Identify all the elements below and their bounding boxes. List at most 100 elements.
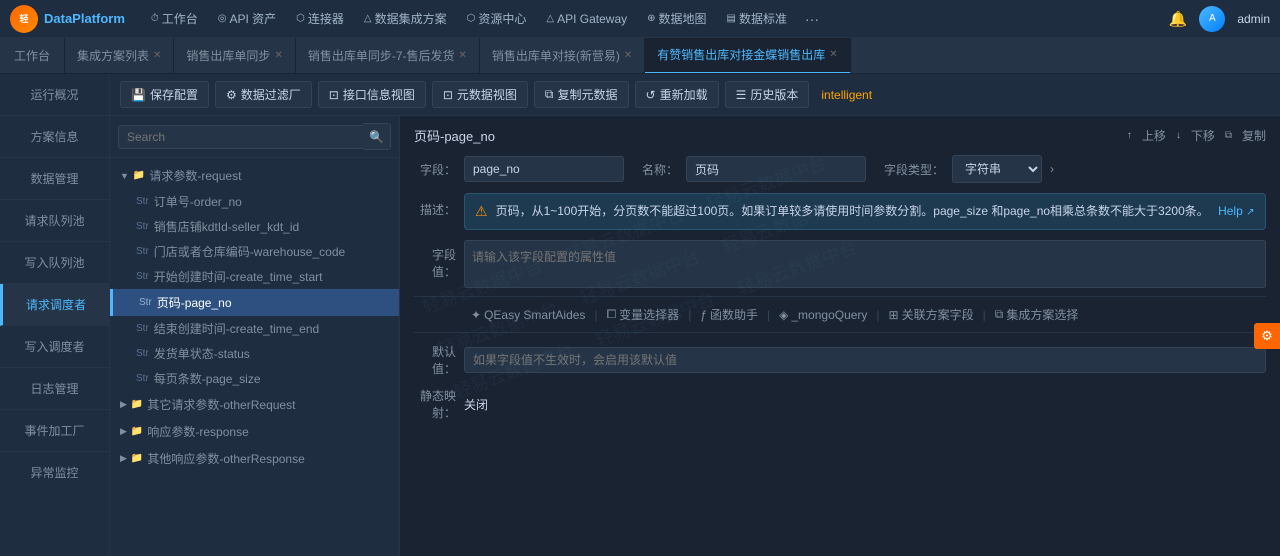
nav-data-integration[interactable]: △数据集成方案 <box>354 0 457 38</box>
reload-button[interactable]: ↺ 重新加载 <box>635 81 719 108</box>
nav-api[interactable]: ◎API 资产 <box>208 0 286 38</box>
desc-row: 描述： ⚠ 页码，从1~100开始，分页数不能超过100页。如果订单较多请使用时… <box>414 193 1266 230</box>
item-type-end: Str <box>136 323 149 334</box>
sidebar-item-exception-monitor[interactable]: 异常监控 <box>0 452 109 493</box>
copy-meta-button[interactable]: ⧉ 复制元数据 <box>534 81 629 108</box>
tree-item-create-time-end[interactable]: Str 结束创建时间-create_time_end <box>110 316 399 341</box>
sidebar-item-log-mgmt[interactable]: 日志管理 <box>0 368 109 410</box>
settings-button[interactable]: ⚙ <box>1254 323 1280 349</box>
tree-item-page-size[interactable]: Str 每页条数-page_size <box>110 366 399 391</box>
qeasy-button[interactable]: ✦ QEasy SmartAides <box>466 305 590 325</box>
search-input[interactable] <box>118 125 363 149</box>
action-down[interactable]: 下移 <box>1191 127 1215 144</box>
data-filter-button[interactable]: ⚙ 数据过滤厂 <box>215 81 312 108</box>
nav-data-map[interactable]: ⊕数据地图 <box>637 0 716 38</box>
sidebar-item-overview[interactable]: 运行概况 <box>0 74 109 116</box>
nav-more[interactable]: ··· <box>797 0 827 38</box>
interface-view-button[interactable]: ⊡ 接口信息视图 <box>318 81 426 108</box>
func-helper-button[interactable]: ƒ 函数助手 <box>695 303 763 326</box>
tab-close-sales-sync-7[interactable]: ✕ <box>459 50 467 61</box>
sidebar-item-request-queue[interactable]: 请求队列池 <box>0 200 109 242</box>
integration-button[interactable]: ⧉ 集成方案选择 <box>990 303 1084 326</box>
desc-label: 描述： <box>414 201 456 218</box>
tree-item-order-no[interactable]: Str 订单号-order_no <box>110 189 399 214</box>
tree-folder-other-request[interactable]: ▶ 📁 其它请求参数-otherRequest <box>110 391 399 418</box>
tab-sales-sync-7[interactable]: 销售出库单同步-7-售后发货 ✕ <box>296 38 480 74</box>
tab-workbench[interactable]: 工作台 <box>0 38 65 74</box>
tree-folder-other-response[interactable]: ▶ 📁 其他响应参数-otherResponse <box>110 445 399 472</box>
mongo-query-button[interactable]: ◈ _mongoQuery <box>774 305 872 325</box>
save-icon: 💾 <box>131 88 146 102</box>
value-label: 字段值： <box>414 246 456 280</box>
var-selector-button[interactable]: ⧠ 变量选择器 <box>602 303 685 326</box>
save-config-button[interactable]: 💾 保存配置 <box>120 81 209 108</box>
var-icon: ⧠ <box>607 307 617 322</box>
expand-icon: › <box>1050 162 1054 176</box>
tree-folder-response[interactable]: ▶ 📁 响应参数-response <box>110 418 399 445</box>
tree-item-seller-kdt[interactable]: Str 销售店铺kdtId-seller_kdt_id <box>110 214 399 239</box>
arrow-right-response-icon: ▶ <box>120 426 127 437</box>
tree-item-create-time-start[interactable]: Str 开始创建时间-create_time_start <box>110 264 399 289</box>
action-copy[interactable]: 复制 <box>1242 127 1266 144</box>
sidebar-item-write-scheduler[interactable]: 写入调度者 <box>0 326 109 368</box>
tab-close-sales-match[interactable]: ✕ <box>624 50 632 61</box>
sidebar-item-solution-info[interactable]: 方案信息 <box>0 116 109 158</box>
field-label: 字段： <box>414 161 456 178</box>
search-button[interactable]: 🔍 <box>363 123 391 150</box>
separator-2: | <box>688 308 691 322</box>
reload-icon: ↺ <box>646 88 656 102</box>
meta-icon: ⊡ <box>443 88 453 102</box>
field-value-row: 字段值： <box>414 240 1266 288</box>
tree-item-page-no[interactable]: Str 页码-page_no <box>110 289 399 316</box>
folder-other-icon: 📁 <box>131 399 143 410</box>
tree-item-status[interactable]: Str 发货单状态-status <box>110 341 399 366</box>
nav-connector[interactable]: ⬡连接器 <box>286 0 354 38</box>
related-field-button[interactable]: ⊞ 关联方案字段 <box>884 303 979 326</box>
separator-4: | <box>876 308 879 322</box>
history-button[interactable]: ☰ 历史版本 <box>725 81 810 108</box>
default-input[interactable] <box>464 347 1266 373</box>
sidebar-item-write-queue[interactable]: 写入队列池 <box>0 242 109 284</box>
avatar[interactable]: A <box>1199 6 1225 32</box>
tab-close-sales-sync[interactable]: ✕ <box>274 50 282 61</box>
nav-data-standard[interactable]: ▤数据标准 <box>717 0 797 38</box>
item-type-seller: Str <box>136 221 149 232</box>
action-up[interactable]: 上移 <box>1142 127 1166 144</box>
search-bar: 🔍 <box>110 116 399 158</box>
detail-header: 页码-page_no ↑ 上移 ↓ 下移 ⧉ 复制 <box>414 126 1266 145</box>
tree-content: ▼ 📁 请求参数-request Str 订单号-order_no Str 销售… <box>110 158 399 556</box>
settings-icon: ⚙ <box>1261 328 1273 344</box>
tab-sales-sync[interactable]: 销售出库单同步 ✕ <box>174 38 295 74</box>
main-area: 运行概况 方案信息 数据管理 请求队列池 写入队列池 请求调度者 写入调度者 日… <box>0 74 1280 556</box>
top-nav: 轻 DataPlatform ⏱工作台 ◎API 资产 ⬡连接器 △数据集成方案… <box>0 0 1280 38</box>
static-row: 静态映射： 关闭 <box>414 387 1266 421</box>
desc-content: 页码，从1~100开始，分页数不能超过100页。如果订单较多请使用时间参数分割。… <box>496 202 1255 221</box>
nav-workbench[interactable]: ⏱工作台 <box>141 0 208 38</box>
interface-icon: ⊡ <box>329 88 339 102</box>
logo[interactable]: 轻 DataPlatform <box>10 5 125 33</box>
type-select[interactable]: 字符串 数字 布尔 <box>952 155 1042 183</box>
tab-solution-list[interactable]: 集成方案列表 ✕ <box>65 38 174 74</box>
tab-sales-jinsale[interactable]: 有赞销售出库对接金蝶销售出库 ✕ <box>645 38 850 74</box>
help-link[interactable]: Help <box>1218 204 1243 218</box>
tree-item-warehouse[interactable]: Str 门店或者仓库编码-warehouse_code <box>110 239 399 264</box>
field-input[interactable] <box>464 156 624 182</box>
tab-close-sales-jinsale[interactable]: ✕ <box>829 49 837 60</box>
name-input[interactable] <box>686 156 866 182</box>
sidebar-item-event-factory[interactable]: 事件加工厂 <box>0 410 109 452</box>
sidebar-item-request-scheduler[interactable]: 请求调度者 <box>0 284 109 326</box>
field-value-textarea[interactable] <box>464 240 1266 288</box>
nav-resource[interactable]: ⬡资源中心 <box>457 0 537 38</box>
notification-bell[interactable]: 🔔 <box>1169 10 1188 28</box>
tab-close-solution-list[interactable]: ✕ <box>153 50 161 61</box>
split-pane: 🔍 ▼ 📁 请求参数-request Str 订单号-order_no <box>110 116 1280 556</box>
field-info-row: 字段： 名称： 字段类型： 字符串 数字 布尔 › <box>414 155 1266 183</box>
sidebar-item-data-mgmt[interactable]: 数据管理 <box>0 158 109 200</box>
separator-5: | <box>983 308 986 322</box>
static-label: 静态映射： <box>414 387 456 421</box>
tree-panel: 🔍 ▼ 📁 请求参数-request Str 订单号-order_no <box>110 116 400 556</box>
tab-sales-match[interactable]: 销售出库单对接(新营易) ✕ <box>480 38 645 74</box>
nav-api-gateway[interactable]: △API Gateway <box>536 0 637 38</box>
meta-view-button[interactable]: ⊡ 元数据视图 <box>432 81 528 108</box>
tree-folder-request[interactable]: ▼ 📁 请求参数-request <box>110 162 399 189</box>
